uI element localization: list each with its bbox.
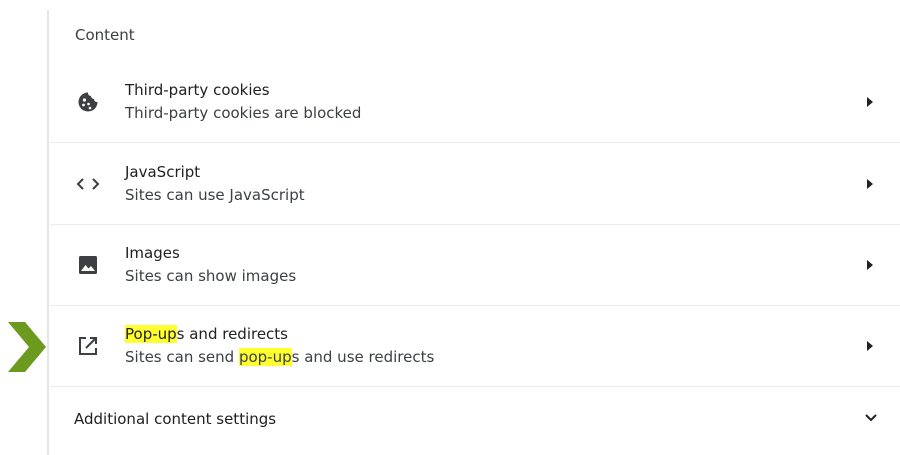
additional-content-settings-label: Additional content settings [74,410,277,428]
arrow-right-icon [867,259,873,270]
row-images[interactable]: Images Sites can show images [50,224,900,306]
additional-content-settings-toggle[interactable]: Additional content settings [50,387,900,451]
chevron-down-icon [865,414,877,422]
open-in-new-icon [76,334,100,358]
row-subtitle: Third-party cookies are blocked [125,103,362,122]
arrow-right-icon [867,178,873,189]
row-title: JavaScript [125,162,201,181]
row-title-rest: s and redirects [176,324,288,343]
row-title: Pop-ups and redirects [125,323,434,346]
settings-page: Content Third-party cookies Third-party … [0,0,900,455]
row-labels: Pop-ups and redirects Sites can send pop… [125,323,434,369]
row-labels: Third-party cookies Third-party cookies … [125,79,361,125]
row-subtitle: Sites can use JavaScript [125,185,305,204]
search-highlight: Pop-up [125,324,177,343]
row-third-party-cookies[interactable]: Third-party cookies Third-party cookies … [50,61,900,143]
row-subtitle: Sites can show images [125,266,297,285]
arrow-right-icon [867,96,873,107]
code-icon [76,172,100,196]
section-title: Content [75,26,135,44]
row-title: Third-party cookies [125,80,270,99]
cookie-icon [76,90,100,114]
row-subtitle-before: Sites can send [125,347,239,366]
card-left-border [47,10,49,455]
arrow-right-icon [867,340,873,351]
row-popups-and-redirects[interactable]: Pop-ups and redirects Sites can send pop… [50,305,900,387]
row-title: Images [125,243,180,262]
row-subtitle-after: s and use redirects [291,347,435,366]
row-labels: JavaScript Sites can use JavaScript [125,161,305,207]
row-javascript[interactable]: JavaScript Sites can use JavaScript [50,143,900,225]
search-highlight: pop-up [238,347,292,366]
row-labels: Images Sites can show images [125,242,296,288]
row-subtitle: Sites can send pop-ups and use redirects [125,346,434,369]
pointer-arrow-icon [8,322,46,372]
image-icon [76,253,100,277]
